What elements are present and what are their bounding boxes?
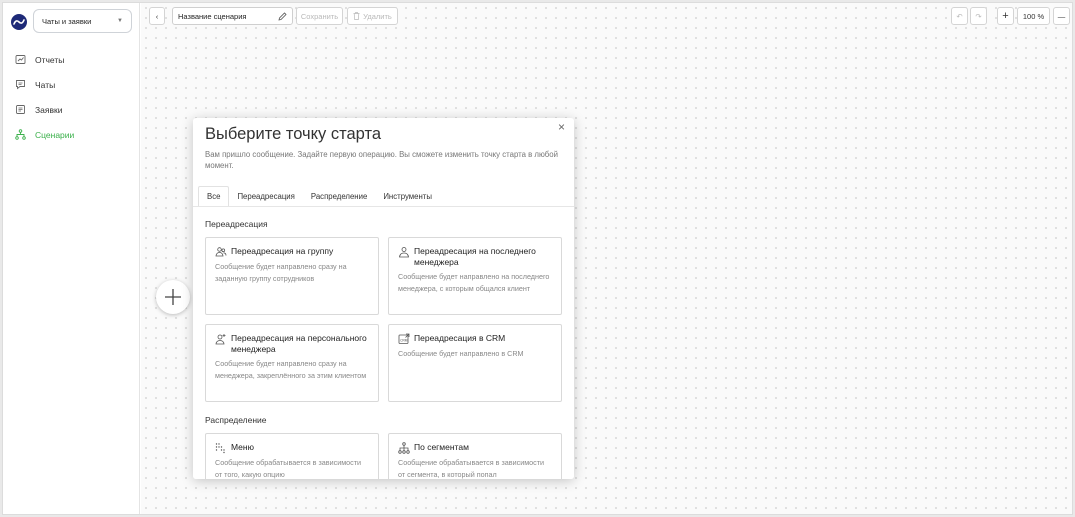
trash-icon (353, 12, 360, 20)
save-button-label: Сохранить (300, 11, 339, 21)
tab-all[interactable]: Все (198, 186, 230, 206)
undo-button[interactable]: ↶ (951, 7, 968, 25)
delete-button-label: Удалить (363, 11, 392, 21)
scenarios-icon (14, 129, 26, 141)
back-button[interactable]: ‹ (149, 7, 165, 25)
plus-icon (165, 289, 181, 305)
modal-tabs: Все Переадресация Распределение Инструме… (198, 186, 440, 206)
sidebar-item-scenarios[interactable]: Сценарии (3, 122, 139, 147)
modal-body: Переадресация Переадресация на группу Со… (193, 206, 574, 479)
sidebar-item-label: Чаты (35, 79, 56, 90)
modal-description: Вам пришло сообщение. Задайте первую опе… (205, 150, 558, 170)
card-by-segments[interactable]: По сегментам Сообщение обрабатывается в … (388, 433, 562, 479)
card-title: Меню (231, 442, 254, 452)
product-select-label: Чаты и заявки (42, 16, 92, 26)
card-description: Сообщение будет направлено сразу на мене… (215, 359, 367, 380)
undo-icon: ↶ (956, 11, 963, 21)
save-button[interactable]: Сохранить (296, 7, 343, 25)
card-title: Переадресация в CRM (414, 333, 506, 343)
card-title: Переадресация на группу (231, 246, 334, 256)
add-start-point-button[interactable] (156, 280, 190, 314)
section-title-forwarding: Переадресация (205, 219, 268, 229)
sidebar-item-chats[interactable]: Чаты (3, 72, 139, 97)
app-window: Чаты и заявки ▼ Отчеты Чаты Заявки Сцена… (2, 2, 1073, 515)
card-menu[interactable]: Меню Сообщение обрабатывается в зависимо… (205, 433, 379, 479)
sidebar-nav: Отчеты Чаты Заявки Сценарии (3, 47, 139, 147)
personal-manager-icon (215, 333, 227, 345)
card-forward-to-personal-manager[interactable]: Переадресация на персонального менеджера… (205, 324, 379, 402)
redo-button[interactable]: ↷ (970, 7, 987, 25)
scenario-name-value: Название сценария (178, 11, 247, 21)
zoom-level-value: 100 % (1022, 11, 1045, 21)
sidebar-item-label: Сценарии (35, 129, 75, 140)
card-title: По сегментам (414, 442, 469, 452)
requests-icon (14, 104, 26, 116)
tab-distribution[interactable]: Распределение (303, 186, 375, 206)
user-icon (398, 246, 410, 258)
card-description: Сообщение обрабатывается в зависимости о… (398, 458, 545, 479)
tab-tools[interactable]: Инструменты (375, 186, 440, 206)
crm-icon: CRM (398, 333, 410, 345)
card-description: Сообщение будет направлено на последнего… (398, 272, 550, 293)
tab-forwarding[interactable]: Переадресация (229, 186, 302, 206)
pencil-icon[interactable] (278, 11, 287, 21)
card-description: Сообщение будет направлено сразу на зада… (215, 262, 347, 283)
back-icon: ‹ (155, 11, 159, 21)
card-description: Сообщение обрабатывается в зависимости о… (215, 458, 362, 479)
plus-icon: + (1002, 10, 1009, 22)
modal-title: Выберите точку старта (205, 125, 382, 143)
section-title-distribution: Распределение (205, 415, 267, 425)
product-select[interactable]: Чаты и заявки ▼ (33, 9, 132, 33)
close-icon[interactable]: × (558, 120, 565, 134)
svg-text:CRM: CRM (400, 339, 408, 343)
segments-icon (398, 442, 410, 454)
sidebar-item-reports[interactable]: Отчеты (3, 47, 139, 72)
minus-icon: — (1057, 11, 1066, 21)
scenario-name-input[interactable]: Название сценария (172, 7, 293, 25)
card-forward-to-last-manager[interactable]: Переадресация на последнего менеджера Со… (388, 237, 562, 315)
chevron-down-icon: ▼ (117, 18, 123, 24)
sidebar-item-requests[interactable]: Заявки (3, 97, 139, 122)
zoom-out-button[interactable]: — (1053, 7, 1070, 25)
logo-icon (11, 14, 27, 30)
menu-icon (215, 442, 227, 454)
redo-icon: ↷ (975, 11, 982, 21)
card-description: Сообщение будет направлено в CRM (398, 349, 524, 358)
card-forward-to-group[interactable]: Переадресация на группу Сообщение будет … (205, 237, 379, 315)
sidebar-item-label: Отчеты (35, 54, 65, 65)
card-title: Переадресация на персонального менеджера (231, 333, 367, 354)
card-title: Переадресация на последнего менеджера (414, 246, 536, 267)
sidebar: Чаты и заявки ▼ Отчеты Чаты Заявки Сцена… (3, 3, 140, 514)
sidebar-item-label: Заявки (35, 104, 63, 115)
chat-icon (14, 79, 26, 91)
group-icon (215, 246, 227, 258)
reports-icon (14, 54, 26, 66)
zoom-level-field[interactable]: 100 % (1017, 7, 1050, 25)
start-point-modal: × Выберите точку старта Вам пришло сообщ… (193, 118, 574, 479)
delete-button[interactable]: Удалить (347, 7, 398, 25)
card-forward-to-crm[interactable]: CRM Переадресация в CRM Сообщение будет … (388, 324, 562, 402)
zoom-in-button[interactable]: + (997, 7, 1014, 25)
